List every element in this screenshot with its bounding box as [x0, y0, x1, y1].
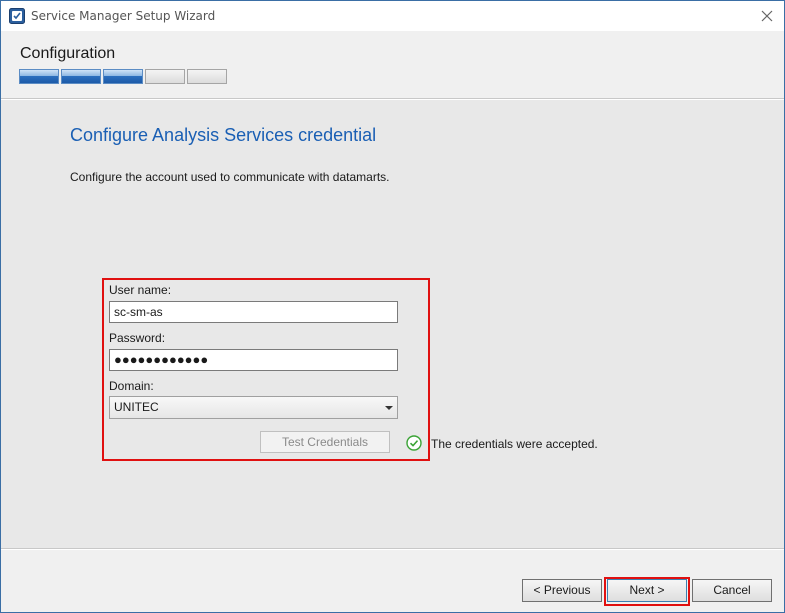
close-button[interactable] [756, 5, 778, 27]
wizard-progress-bar [19, 69, 229, 84]
password-input[interactable]: ●●●●●●●●●●●● [109, 349, 398, 371]
page-description: Configure the account used to communicat… [70, 170, 390, 184]
wizard-window: Service Manager Setup Wizard Configurati… [0, 0, 785, 613]
domain-select-value: UNITEC [114, 400, 159, 414]
domain-select[interactable]: UNITEC [109, 396, 398, 419]
chevron-down-icon [385, 406, 393, 410]
domain-label: Domain: [109, 379, 154, 393]
credentials-status-text: The credentials were accepted. [431, 437, 598, 451]
page-heading: Configure Analysis Services credential [70, 125, 377, 145]
username-input[interactable]: sc-sm-as [109, 301, 398, 323]
check-circle-icon [406, 435, 422, 451]
wizard-footer: < Previous Next > Cancel [1, 550, 784, 612]
progress-segment-complete [103, 69, 143, 84]
progress-segment-complete [19, 69, 59, 84]
previous-button[interactable]: < Previous [522, 579, 602, 602]
title-bar: Service Manager Setup Wizard [1, 1, 784, 31]
progress-segment-complete [61, 69, 101, 84]
wizard-header: Configuration [1, 32, 784, 98]
password-label: Password: [109, 331, 166, 345]
username-label: User name: [109, 283, 172, 297]
close-icon [761, 10, 773, 22]
step-title: Configuration [20, 45, 116, 62]
cancel-button[interactable]: Cancel [692, 579, 772, 602]
next-button[interactable]: Next > [607, 579, 687, 602]
progress-segment-pending [145, 69, 185, 84]
test-credentials-button[interactable]: Test Credentials [260, 431, 390, 453]
service-manager-app-icon [9, 8, 25, 24]
wizard-content: Configure Analysis Services credential C… [1, 100, 784, 548]
progress-segment-pending [187, 69, 227, 84]
window-title: Service Manager Setup Wizard [31, 9, 216, 23]
